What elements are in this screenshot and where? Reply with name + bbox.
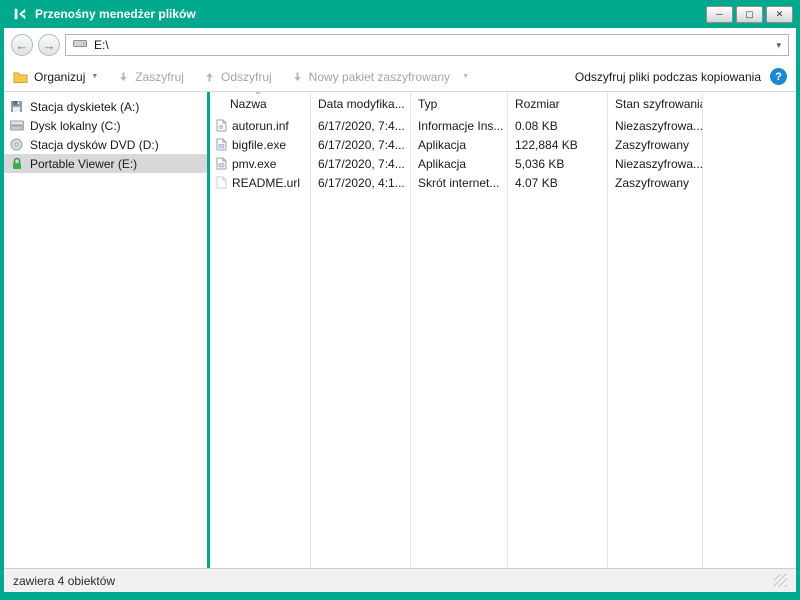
forward-button[interactable]: → [38,34,60,56]
sidebar-item-label: Stacja dyskietek (A:) [30,100,139,114]
status-text: zawiera 4 obiektów [13,574,115,588]
application-file-icon [216,138,227,151]
table-row[interactable]: README.url 6/17/2020, 4:1... Skrót inter… [210,173,796,192]
new-package-dropdown-chevron[interactable]: ▼ [462,73,469,80]
file-name: README.url [232,176,300,190]
arrow-down-icon [292,71,303,83]
chevron-down-icon[interactable]: ▾ [776,40,781,51]
column-header-modified[interactable]: Data modyfika... [310,97,410,111]
table-row[interactable]: bigfile.exe 6/17/2020, 7:4... Aplikacja … [210,135,796,154]
file-name-cell: autorun.inf [210,119,310,133]
sidebar-item-floppy-a[interactable]: Stacja dyskietek (A:) [4,97,207,116]
file-name: pmv.exe [232,157,276,171]
sidebar-item-portable-viewer-e[interactable]: Portable Viewer (E:) [4,154,207,173]
status-bar: zawiera 4 obiektów [4,568,796,592]
organize-button[interactable]: Organizuj ▼ [13,70,98,84]
file-type: Aplikacja [410,138,507,152]
file-size: 4.07 KB [507,176,607,190]
toolbar-right-group: Odszyfruj pliki podczas kopiowania ? [575,68,787,85]
sidebar-item-label: Dysk lokalny (C:) [30,119,121,133]
internet-shortcut-file-icon [216,176,227,189]
organize-label: Organizuj [34,70,85,84]
address-text: E:\ [94,38,769,52]
resize-grip[interactable] [774,574,787,587]
file-size: 122,884 KB [507,138,607,152]
help-icon[interactable]: ? [770,68,787,85]
file-type: Skrót internet... [410,176,507,190]
new-encrypted-package-button[interactable]: Nowy pakiet zaszyfrowany [292,70,450,84]
floppy-icon [9,100,24,113]
close-button[interactable]: ✕ [766,6,793,23]
arrow-down-icon [118,71,129,83]
chevron-down-icon: ▼ [91,73,98,80]
file-name: autorun.inf [232,119,289,133]
file-encryption: Niezaszyfrowa... [607,119,702,133]
file-modified: 6/17/2020, 7:4... [310,119,410,133]
file-name: bigfile.exe [232,138,286,152]
maximize-button[interactable]: ▢ [736,6,763,23]
file-type: Informacje Ins... [410,119,507,133]
sort-ascending-indicator: ^ [256,92,260,99]
navigation-bar: ← → E:\ ▾ [4,28,796,62]
file-encryption: Zaszyfrowany [607,138,702,152]
file-size: 5,036 KB [507,157,607,171]
new-encrypted-package-label: Nowy pakiet zaszyfrowany [309,70,450,84]
drive-icon [73,38,87,52]
column-header-encryption[interactable]: Stan szyfrowania [607,97,702,111]
content-area: Stacja dyskietek (A:) Dysk lokalny (C:) [4,92,796,568]
column-header-type[interactable]: Typ [410,97,507,111]
file-type: Aplikacja [410,157,507,171]
decrypt-button[interactable]: Odszyfruj [204,70,272,84]
sidebar-item-dvd-d[interactable]: Stacja dysków DVD (D:) [4,135,207,154]
green-lock-icon [9,157,24,170]
encrypt-label: Zaszyfruj [135,70,184,84]
sidebar-item-label: Stacja dysków DVD (D:) [30,138,159,152]
folder-icon [13,71,28,83]
table-row[interactable]: pmv.exe 6/17/2020, 7:4... Aplikacja 5,03… [210,154,796,173]
file-encryption: Zaszyfrowany [607,176,702,190]
toolbar: Organizuj ▼ Zaszyfruj Odszyfruj [4,62,796,92]
titlebar: Przenośny menedżer plików ─ ▢ ✕ [4,0,796,28]
window-controls: ─ ▢ ✕ [706,6,793,23]
window-title: Przenośny menedżer plików [35,7,706,21]
drives-sidebar: Stacja dyskietek (A:) Dysk lokalny (C:) [4,92,207,568]
address-bar[interactable]: E:\ ▾ [65,34,789,56]
encrypt-button[interactable]: Zaszyfruj [118,70,184,84]
column-header-name[interactable]: Nazwa [210,97,310,111]
file-name-cell: bigfile.exe [210,138,310,152]
portable-file-manager-window: Przenośny menedżer plików ─ ▢ ✕ ← → E:\ … [0,0,800,600]
back-button[interactable]: ← [11,34,33,56]
file-modified: 6/17/2020, 7:4... [310,138,410,152]
file-name-cell: README.url [210,176,310,190]
sidebar-item-label: Portable Viewer (E:) [30,157,137,171]
arrow-up-icon [204,71,215,83]
file-list: ^ Nazwa Data modyfika... Typ Rozmiar Sta… [210,92,796,568]
dvd-icon [9,138,24,151]
table-row[interactable]: autorun.inf 6/17/2020, 7:4... Informacje… [210,116,796,135]
column-headers: ^ Nazwa Data modyfika... Typ Rozmiar Sta… [210,92,796,116]
file-size: 0.08 KB [507,119,607,133]
file-modified: 6/17/2020, 4:1... [310,176,410,190]
minimize-button[interactable]: ─ [706,6,733,23]
kaspersky-logo-icon [13,7,27,21]
column-header-size[interactable]: Rozmiar [507,97,607,111]
file-encryption: Niezaszyfrowa... [607,157,702,171]
hard-disk-icon [9,120,24,131]
application-file-icon [216,157,227,170]
new-package-label-text: Odszyfruj [221,70,272,84]
file-modified: 6/17/2020, 7:4... [310,157,410,171]
decrypt-on-copy-button[interactable]: Odszyfruj pliki podczas kopiowania [575,70,761,84]
file-name-cell: pmv.exe [210,157,310,171]
setup-information-file-icon [216,119,227,132]
sidebar-item-local-disk-c[interactable]: Dysk lokalny (C:) [4,116,207,135]
